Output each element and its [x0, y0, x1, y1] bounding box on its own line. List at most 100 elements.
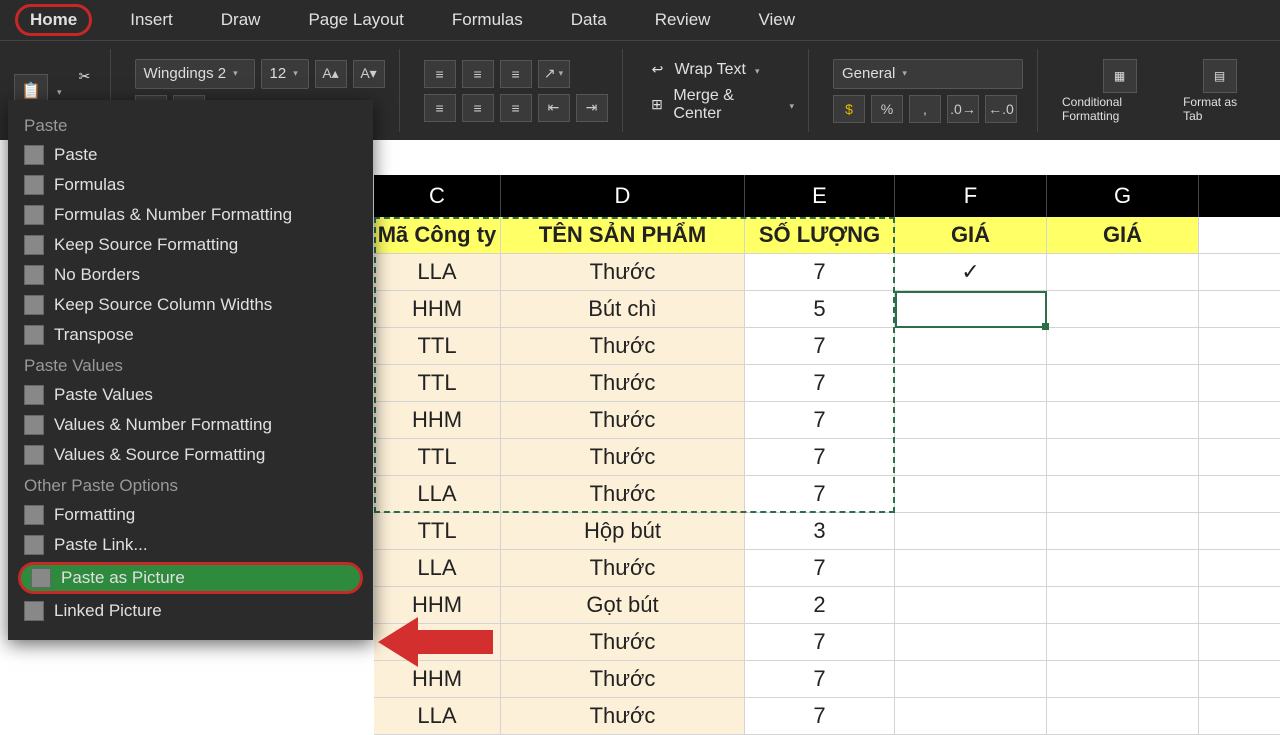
format-as-table-button[interactable]: ▤ Format as Tab — [1183, 59, 1256, 123]
cell[interactable]: TTL — [374, 365, 501, 401]
font-name-select[interactable]: Wingdings 2 — [135, 59, 255, 89]
align-right-icon[interactable]: ≡ — [500, 94, 532, 122]
tab-page-layout[interactable]: Page Layout — [298, 4, 413, 36]
conditional-formatting-button[interactable]: ▦ Conditional Formatting — [1062, 59, 1177, 123]
cell[interactable] — [1047, 476, 1199, 512]
column-header-c[interactable]: C — [374, 175, 501, 217]
cell[interactable]: 7 — [745, 254, 895, 290]
decrease-font-icon[interactable]: A▾ — [353, 60, 385, 88]
cell[interactable]: 2 — [745, 587, 895, 623]
tab-view[interactable]: View — [748, 4, 805, 36]
cell[interactable] — [895, 476, 1047, 512]
decrease-decimal-icon[interactable]: ←.0 — [985, 95, 1017, 123]
cell[interactable]: 7 — [745, 402, 895, 438]
cell[interactable]: LLA — [374, 550, 501, 586]
cell[interactable] — [1047, 624, 1199, 660]
cell[interactable]: Gọt bút — [501, 587, 745, 623]
orientation-icon[interactable]: ↗ — [538, 60, 570, 88]
tab-data[interactable]: Data — [561, 4, 617, 36]
cell[interactable] — [895, 439, 1047, 475]
cut-icon[interactable]: ✂ — [74, 66, 96, 88]
cell[interactable]: LLA — [374, 254, 501, 290]
cell[interactable]: 5 — [745, 291, 895, 327]
currency-icon[interactable]: $ — [833, 95, 865, 123]
cell[interactable] — [895, 587, 1047, 623]
cell[interactable]: Thước — [501, 476, 745, 512]
cell[interactable]: ✓ — [895, 254, 1047, 290]
cell[interactable] — [895, 513, 1047, 549]
cell[interactable]: Thước — [501, 698, 745, 734]
tab-formulas[interactable]: Formulas — [442, 4, 533, 36]
menu-item-values-source-formatting[interactable]: Values & Source Formatting — [8, 440, 373, 470]
cell[interactable]: HHM — [374, 402, 501, 438]
menu-item-paste-values[interactable]: Paste Values — [8, 380, 373, 410]
cell[interactable]: LLA — [374, 698, 501, 734]
number-format-select[interactable]: General — [833, 59, 1023, 89]
cell[interactable] — [895, 402, 1047, 438]
cell[interactable]: TTL — [374, 439, 501, 475]
cell[interactable] — [895, 661, 1047, 697]
cell[interactable]: Thước — [501, 254, 745, 290]
menu-item-formulas-number-formatting[interactable]: Formulas & Number Formatting — [8, 200, 373, 230]
menu-item-paste[interactable]: Paste — [8, 140, 373, 170]
column-header-f[interactable]: F — [895, 175, 1047, 217]
cell[interactable]: 7 — [745, 661, 895, 697]
cell[interactable] — [895, 365, 1047, 401]
font-size-select[interactable]: 12 — [261, 59, 309, 89]
increase-font-icon[interactable]: A▴ — [315, 60, 347, 88]
cell[interactable]: Thước — [501, 550, 745, 586]
cell[interactable]: 7 — [745, 439, 895, 475]
paste-dropdown-icon[interactable] — [54, 82, 62, 100]
cell[interactable]: SỐ LƯỢNG — [745, 217, 895, 253]
menu-item-keep-source-column-widths[interactable]: Keep Source Column Widths — [8, 290, 373, 320]
menu-item-no-borders[interactable]: No Borders — [8, 260, 373, 290]
cell[interactable] — [1047, 402, 1199, 438]
column-header-d[interactable]: D — [501, 175, 745, 217]
cell[interactable]: 7 — [745, 624, 895, 660]
cell[interactable]: TTL — [374, 513, 501, 549]
cell[interactable] — [1047, 291, 1199, 327]
cell[interactable]: GIÁ — [1047, 217, 1199, 253]
cell[interactable] — [1047, 328, 1199, 364]
cell[interactable]: HHM — [374, 291, 501, 327]
menu-item-paste-link-[interactable]: Paste Link... — [8, 530, 373, 560]
align-bottom-icon[interactable]: ≡ — [500, 60, 532, 88]
comma-icon[interactable]: , — [909, 95, 941, 123]
cell[interactable] — [895, 291, 1047, 327]
menu-item-transpose[interactable]: Transpose — [8, 320, 373, 350]
menu-item-formulas[interactable]: Formulas — [8, 170, 373, 200]
cell[interactable] — [1047, 550, 1199, 586]
align-middle-icon[interactable]: ≡ — [462, 60, 494, 88]
tab-draw[interactable]: Draw — [211, 4, 271, 36]
decrease-indent-icon[interactable]: ⇤ — [538, 94, 570, 122]
cell[interactable]: LLA — [374, 476, 501, 512]
cell[interactable]: GIÁ — [895, 217, 1047, 253]
cell[interactable] — [1047, 513, 1199, 549]
cell[interactable]: Thước — [501, 624, 745, 660]
cell[interactable]: Thước — [501, 439, 745, 475]
tab-review[interactable]: Review — [645, 4, 721, 36]
merge-center-button[interactable]: Merge & Center — [673, 87, 780, 123]
cell[interactable]: 7 — [745, 328, 895, 364]
cell[interactable] — [1047, 439, 1199, 475]
cell[interactable]: TTL — [374, 328, 501, 364]
cell[interactable] — [895, 698, 1047, 734]
increase-indent-icon[interactable]: ⇥ — [576, 94, 608, 122]
cell[interactable]: 7 — [745, 365, 895, 401]
tab-insert[interactable]: Insert — [120, 4, 183, 36]
align-top-icon[interactable]: ≡ — [424, 60, 456, 88]
cell[interactable] — [1047, 365, 1199, 401]
cell[interactable] — [895, 624, 1047, 660]
menu-item-values-number-formatting[interactable]: Values & Number Formatting — [8, 410, 373, 440]
wrap-text-button[interactable]: Wrap Text — [675, 61, 746, 79]
cell[interactable] — [1047, 661, 1199, 697]
cell[interactable]: 3 — [745, 513, 895, 549]
cell[interactable]: Thước — [501, 402, 745, 438]
cell[interactable] — [1047, 587, 1199, 623]
align-left-icon[interactable]: ≡ — [424, 94, 456, 122]
cell[interactable]: Thước — [501, 365, 745, 401]
cell[interactable] — [1047, 698, 1199, 734]
cell[interactable]: Hộp bút — [501, 513, 745, 549]
tab-home[interactable]: Home — [15, 4, 92, 36]
cell[interactable] — [895, 550, 1047, 586]
